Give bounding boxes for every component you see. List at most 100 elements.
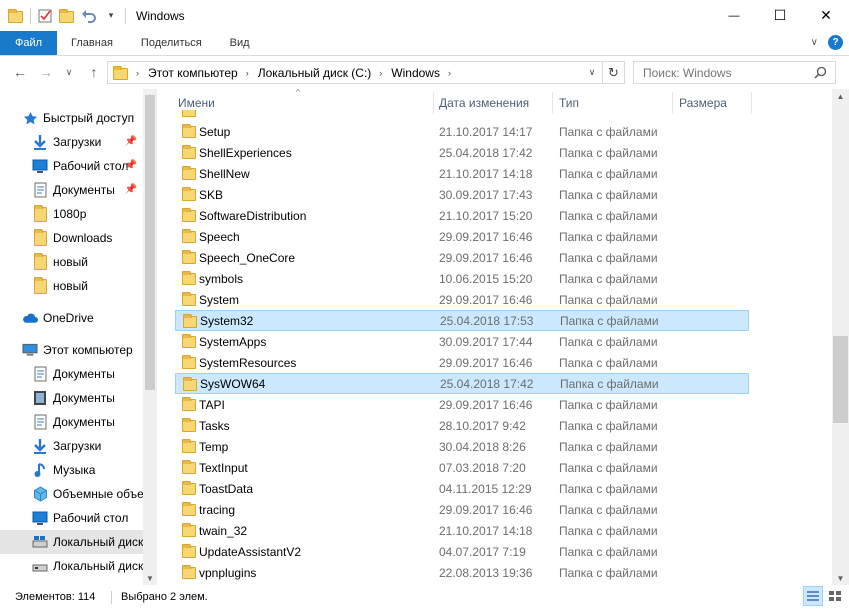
nav-pc-drive-c[interactable]: Локальный диск (C:) xyxy=(0,530,143,554)
table-row[interactable]: System 29.09.2017 16:46 Папка с файлами xyxy=(175,289,749,310)
scroll-down-icon[interactable]: ▼ xyxy=(143,571,157,585)
table-row[interactable]: TAPI 29.09.2017 16:46 Папка с файлами xyxy=(175,394,749,415)
table-row[interactable]: Temp 30.04.2018 8:26 Папка с файлами xyxy=(175,436,749,457)
table-row[interactable]: tracing 29.09.2017 16:46 Папка с файлами xyxy=(175,499,749,520)
table-row[interactable]: System32 25.04.2018 17:53 Папка с файлами xyxy=(175,310,749,331)
file-name: Speech_OneCore xyxy=(199,250,296,265)
nav-item-downloads[interactable]: Загрузки 📌 xyxy=(0,130,143,154)
pin-icon[interactable]: 📌 xyxy=(125,160,137,171)
file-type: Папка с файлами xyxy=(559,229,658,244)
table-row[interactable]: symbols 10.06.2015 15:20 Папка с файлами xyxy=(175,268,749,289)
nav-pc-music[interactable]: Музыка xyxy=(0,458,143,482)
large-icons-view-button[interactable] xyxy=(825,586,845,606)
recent-locations-button[interactable]: ∨ xyxy=(62,61,76,83)
nav-pc-documents[interactable]: Документы xyxy=(0,362,143,386)
folder-icon xyxy=(182,124,196,138)
close-button[interactable]: ✕ xyxy=(803,0,849,31)
tab-home[interactable]: Главная xyxy=(57,31,127,55)
nav-pc-3d-objects[interactable]: Объемные объекты xyxy=(0,482,143,506)
nav-item-folder[interactable]: Downloads xyxy=(0,226,143,250)
file-type: Папка с файлами xyxy=(559,292,658,307)
search-icon[interactable] xyxy=(814,66,827,79)
nav-pc-videos[interactable]: Документы xyxy=(0,386,143,410)
table-row[interactable]: SystemResources 29.09.2017 16:46 Папка с ф… xyxy=(175,352,749,373)
pin-icon[interactable]: 📌 xyxy=(125,184,137,195)
table-row[interactable]: twain_32 21.10.2017 14:18 Папка с файлами xyxy=(175,520,749,541)
file-date: 21.10.2017 14:18 xyxy=(439,166,533,181)
chevron-right-icon[interactable]: › xyxy=(379,68,382,78)
folder-icon xyxy=(182,187,196,201)
nav-pc-downloads[interactable]: Загрузки xyxy=(0,434,143,458)
properties-icon[interactable] xyxy=(37,8,53,24)
file-date: 29.09.2017 16:46 xyxy=(439,229,533,244)
pin-icon[interactable]: 📌 xyxy=(125,136,137,147)
forward-button[interactable]: → xyxy=(35,61,57,83)
nav-pc-documents[interactable]: Документы xyxy=(0,410,143,434)
table-row[interactable]: UpdateAssistantV2 04.07.2017 7:19 Папка с … xyxy=(175,541,749,562)
table-row[interactable]: SKB 30.09.2017 17:43 Папка с файлами xyxy=(175,184,749,205)
maximize-button[interactable]: ☐ xyxy=(757,0,803,31)
minimize-button[interactable]: — xyxy=(711,0,757,31)
address-bar[interactable]: › Этот компьютер › Локальный диск (C:) ›… xyxy=(107,61,625,84)
new-folder-icon[interactable] xyxy=(59,8,75,24)
nav-pc-drive-d[interactable]: Локальный диск (D:) xyxy=(0,554,143,578)
nav-pc-desktop[interactable]: Рабочий стол xyxy=(0,506,143,530)
scroll-thumb[interactable] xyxy=(145,95,155,390)
search-input[interactable] xyxy=(643,65,813,80)
file-type: Папка с файлами xyxy=(560,376,659,391)
tab-file[interactable]: Файл xyxy=(0,31,58,55)
scroll-down-icon[interactable]: ▼ xyxy=(833,571,848,585)
up-button[interactable]: ↑ xyxy=(83,61,105,83)
table-row[interactable]: Setup 21.10.2017 14:17 Папка с файлами xyxy=(175,121,749,142)
music-icon xyxy=(32,462,48,478)
scroll-up-icon[interactable]: ▲ xyxy=(833,89,848,103)
search-box[interactable] xyxy=(633,61,836,84)
back-button[interactable]: ← xyxy=(9,61,31,83)
scroll-thumb[interactable] xyxy=(833,336,848,423)
tab-view[interactable]: Вид xyxy=(216,31,264,55)
breadcrumb-windows[interactable]: Windows xyxy=(391,66,440,80)
nav-item-desktop[interactable]: Рабочий стол 📌 xyxy=(0,154,143,178)
file-list-scrollbar[interactable]: ▲ ▼ xyxy=(832,89,849,585)
undo-icon[interactable] xyxy=(81,8,97,24)
table-row[interactable]: SystemApps 30.09.2017 17:44 Папка с файлам… xyxy=(175,331,749,352)
table-row[interactable]: ShellNew 21.10.2017 14:18 Папка с файлами xyxy=(175,163,749,184)
table-row[interactable]: Speech 29.09.2017 16:46 Папка с файлами xyxy=(175,226,749,247)
table-row[interactable]: vpnplugins 22.08.2013 19:36 Папка с файлам… xyxy=(175,562,749,583)
table-row[interactable]: ShellExperiences 25.04.2018 17:42 Папка с … xyxy=(175,142,749,163)
table-row[interactable]: ToastData 04.11.2015 12:29 Папка с файлами xyxy=(175,478,749,499)
nav-this-pc[interactable]: Этот компьютер xyxy=(0,338,143,362)
file-date: 21.10.2017 14:18 xyxy=(439,523,533,538)
nav-item-folder[interactable]: новый xyxy=(0,250,143,274)
nav-item-folder[interactable]: 1080p xyxy=(0,202,143,226)
table-row[interactable]: TextInput 07.03.2018 7:20 Папка с файлами xyxy=(175,457,749,478)
address-history-icon[interactable]: ∨ xyxy=(583,62,601,83)
chevron-right-icon[interactable]: › xyxy=(448,68,451,78)
file-name: SysWOW64 xyxy=(200,376,266,391)
expand-ribbon-icon[interactable]: ∨ xyxy=(811,37,818,48)
nav-item-folder[interactable]: новый xyxy=(0,274,143,298)
refresh-icon[interactable]: ↻ xyxy=(602,62,624,83)
table-row[interactable]: Tasks 28.10.2017 9:42 Папка с файлами xyxy=(175,415,749,436)
customize-toolbar-icon[interactable]: ▾ xyxy=(103,8,119,24)
chevron-right-icon[interactable]: › xyxy=(246,68,249,78)
breadcrumb-local-disk[interactable]: Локальный диск (C:) xyxy=(258,66,372,80)
nav-quick-access[interactable]: Быстрый доступ xyxy=(0,106,143,130)
folder-icon xyxy=(32,252,48,270)
chevron-right-icon[interactable]: › xyxy=(136,68,139,78)
breadcrumb-this-pc[interactable]: Этот компьютер xyxy=(148,66,238,80)
details-view-button[interactable] xyxy=(803,586,823,606)
table-row[interactable]: Speech_OneCore 29.09.2017 16:46 Папка с фа… xyxy=(175,247,749,268)
nav-item-documents[interactable]: Документы 📌 xyxy=(0,178,143,202)
help-icon[interactable]: ? xyxy=(828,35,843,50)
nav-scrollbar[interactable]: ▲ ▼ xyxy=(143,89,157,585)
file-type: Папка с файлами xyxy=(559,397,658,412)
nav-label: Музыка xyxy=(53,463,96,477)
table-row[interactable]: SysWOW64 25.04.2018 17:42 Папка с файлами xyxy=(175,373,749,394)
folder-icon xyxy=(182,145,196,159)
folder-icon xyxy=(32,228,48,246)
tab-share[interactable]: Поделиться xyxy=(127,31,216,55)
file-name: ShellExperiences xyxy=(199,145,292,160)
nav-onedrive[interactable]: OneDrive xyxy=(0,306,143,330)
table-row[interactable]: SoftwareDistribution 21.10.2017 15:20 Папк… xyxy=(175,205,749,226)
